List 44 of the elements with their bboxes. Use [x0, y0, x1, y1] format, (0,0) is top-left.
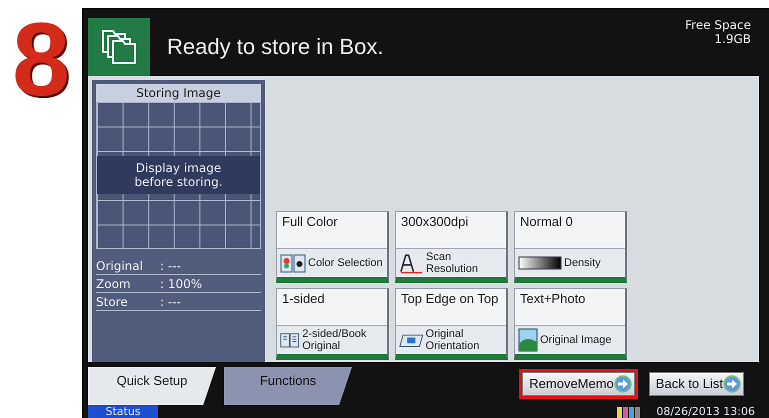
setting-button[interactable]: 1-sided 2-sided/Book Original: [276, 288, 389, 360]
status-button[interactable]: Status: [88, 405, 158, 418]
setting-button[interactable]: Top Edge on Top Original Orientation: [395, 288, 508, 360]
setting-value: Full Color: [282, 214, 338, 229]
tab[interactable]: Quick Setup: [88, 367, 216, 405]
step-number: 8: [12, 8, 70, 112]
info-label: Zoom: [96, 277, 132, 291]
boxes-icon: [88, 18, 150, 76]
action-button[interactable]: Back to List: [648, 372, 744, 396]
gradient-bar-icon: [518, 256, 562, 270]
setting-button[interactable]: Normal 0 Density: [514, 211, 627, 283]
arrow-right-icon: [723, 374, 741, 392]
info-label: Original: [96, 259, 144, 273]
arrow-right-icon: [614, 374, 632, 392]
tab[interactable]: Functions: [224, 367, 352, 405]
info-value: : 100%: [160, 277, 202, 291]
setting-value: Top Edge on Top: [401, 291, 498, 306]
preview-message: Display image before storing.: [97, 156, 260, 194]
setting-button[interactable]: Full Color Color Selection: [276, 211, 389, 283]
setting-button[interactable]: 300x300dpi Scan Resolution: [395, 211, 508, 283]
info-label: Store: [96, 295, 129, 309]
action-button[interactable]: RemoveMemo: [522, 372, 635, 396]
info-value: : ---: [160, 295, 181, 309]
landscape-icon: [518, 328, 538, 352]
setting-button[interactable]: Text+Photo Original Image: [514, 288, 627, 360]
letter-dpi-icon: [399, 252, 424, 274]
toner-icon: [616, 406, 642, 418]
setting-label: 2-sided/Book Original: [302, 328, 368, 352]
setting-value: Normal 0: [520, 214, 573, 229]
info-value: : ---: [160, 259, 181, 273]
setting-label: Original Image: [540, 334, 612, 346]
date-time: 08/26/2013 13:06: [656, 405, 756, 418]
setting-label: Original Orientation: [426, 328, 480, 352]
screen-title: Ready to store in Box.: [167, 34, 384, 60]
free-space-label: Free Space: [685, 18, 751, 32]
preview-title: Storing Image: [96, 84, 261, 102]
free-space-value: 1.9GB: [714, 32, 751, 46]
setting-value: 300x300dpi: [401, 214, 468, 229]
setting-value: Text+Photo: [520, 291, 586, 306]
color-cards-icon: [280, 253, 306, 273]
setting-label: Density: [564, 256, 601, 270]
setting-value: 1-sided: [282, 291, 325, 306]
setting-label: Scan Resolution: [426, 250, 479, 275]
setting-label: Color Selection: [308, 256, 383, 270]
